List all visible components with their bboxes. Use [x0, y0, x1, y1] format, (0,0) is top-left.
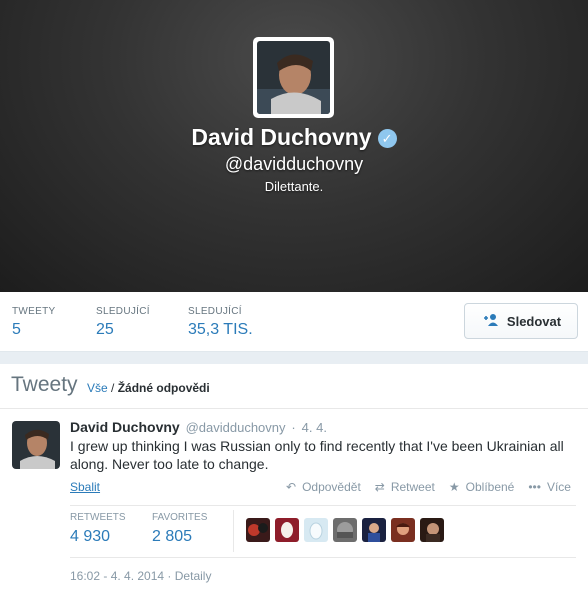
tweet-author-name[interactable]: David Duchovny	[70, 419, 180, 435]
tweet-header: David Duchovny @davidduchovny · 4. 4.	[70, 419, 327, 435]
divider	[70, 505, 576, 506]
tweet-author-photo	[12, 421, 60, 469]
collapse-link[interactable]: Sbalit	[70, 480, 100, 494]
filter-separator: /	[107, 381, 118, 395]
profile-bio: Dilettante.	[264, 179, 324, 194]
stream-header: Tweety Vše / Žádné odpovědi	[0, 364, 588, 409]
timestamp-dot: ·	[167, 569, 175, 583]
more-label: Více	[546, 480, 571, 494]
user-avatar[interactable]	[304, 518, 328, 542]
profile-name-row: David Duchovny ✓	[0, 124, 588, 151]
details-link[interactable]: Detaily	[175, 569, 212, 583]
filter-all-link[interactable]: Vše	[87, 381, 108, 395]
favorite-action[interactable]: ★ Oblíbené	[449, 480, 514, 494]
profile-avatar[interactable]	[253, 37, 334, 118]
profile-photo	[257, 41, 330, 114]
user-avatar[interactable]	[362, 518, 386, 542]
tweet-actions: ↶ Odpovědět ⇄ Retweet ★ Oblíbené ••• Víc…	[286, 480, 585, 494]
favorites-label: FAVORITES	[152, 512, 208, 523]
favorite-label: Oblíbené	[465, 480, 515, 494]
profile-name[interactable]: David Duchovny	[191, 124, 371, 150]
retweets-count[interactable]: RETWEETS 4 930	[70, 512, 126, 546]
stream-title: Tweety	[11, 373, 78, 396]
tweet-avatar[interactable]	[12, 421, 60, 469]
tweet-text: I grew up thinking I was Russian only to…	[70, 438, 564, 472]
reply-action[interactable]: ↶ Odpovědět	[286, 480, 361, 494]
stat-value: 25	[96, 321, 114, 338]
follow-button-label: Sledovat	[506, 313, 562, 329]
stat-value: 35,3 TIS.	[188, 321, 253, 338]
favorites-value: 2 805	[152, 528, 193, 545]
favorites-count[interactable]: FAVORITES 2 805	[152, 512, 207, 546]
user-avatar[interactable]	[391, 518, 415, 542]
stream-filter: Vše / Žádné odpovědi	[87, 381, 210, 395]
verified-badge-icon: ✓	[377, 129, 397, 148]
filter-no-replies: Žádné odpovědi	[117, 381, 210, 395]
add-user-icon	[481, 313, 499, 329]
stat-label: SLEDUJÍCÍ	[188, 306, 242, 317]
retweets-label: RETWEETS	[70, 512, 126, 523]
star-icon: ★	[448, 480, 460, 494]
user-avatar[interactable]	[333, 518, 357, 542]
tweet-timestamp: 16:02 - 4. 4. 2014	[70, 569, 165, 583]
tweet-dot: ·	[291, 420, 296, 435]
reply-icon: ↶	[286, 480, 297, 494]
more-dots-icon: •••	[528, 480, 541, 494]
retweet-action[interactable]: ⇄ Retweet	[375, 480, 435, 494]
follow-button[interactable]: Sledovat	[464, 303, 578, 339]
tweet-timestamp-row: 16:02 - 4. 4. 2014 · Detaily	[70, 569, 211, 583]
stat-value: 5	[12, 321, 21, 338]
counts-separator	[233, 510, 234, 552]
retweet-label: Retweet	[390, 480, 435, 494]
profile-handle[interactable]: @davidduchovny	[0, 154, 588, 175]
more-action[interactable]: ••• Více	[528, 480, 571, 494]
retweet-icon: ⇄	[374, 480, 385, 494]
user-avatar[interactable]	[420, 518, 444, 542]
user-avatar[interactable]	[275, 518, 299, 542]
stat-followers[interactable]: SLEDUJÍCÍ 35,3 TIS.	[188, 306, 253, 339]
divider	[70, 557, 576, 558]
profile-header: David Duchovny ✓ @davidduchovny Dilettant…	[0, 0, 588, 292]
tweet-date[interactable]: 4. 4.	[302, 420, 327, 435]
user-avatar[interactable]	[246, 518, 270, 542]
stat-following[interactable]: SLEDUJÍCÍ 25	[96, 306, 150, 339]
stat-label: TWEETY	[12, 306, 56, 317]
stat-tweets[interactable]: TWEETY 5	[12, 306, 55, 339]
reply-label: Odpovědět	[302, 480, 361, 494]
tweet-author-handle[interactable]: @davidduchovny	[186, 420, 286, 435]
stat-label: SLEDUJÍCÍ	[96, 306, 150, 317]
section-gap	[0, 352, 588, 364]
retweets-value: 4 930	[70, 528, 111, 545]
retweeter-avatars	[246, 518, 444, 542]
